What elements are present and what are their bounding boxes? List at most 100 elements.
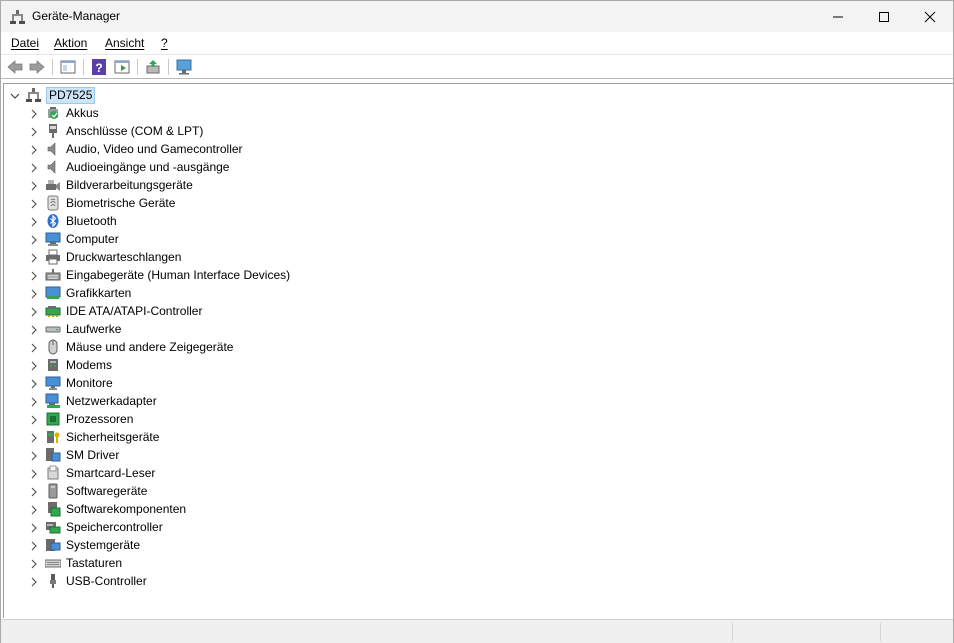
show-hide-console-tree-icon[interactable] bbox=[59, 58, 77, 76]
tree-item[interactable]: Sicherheitsgeräte bbox=[4, 428, 604, 446]
tree-item[interactable]: Speichercontroller bbox=[4, 518, 604, 536]
chevron-right-icon[interactable] bbox=[29, 522, 39, 533]
tree-item[interactable]: Druckwarteschlangen bbox=[4, 248, 604, 266]
tree-item[interactable]: USB-Controller bbox=[4, 572, 604, 590]
tree-item-label[interactable]: Druckwarteschlangen bbox=[66, 250, 181, 264]
tree-item-label[interactable]: Bluetooth bbox=[66, 214, 117, 228]
menu-aktion[interactable]: Aktion bbox=[54, 36, 87, 50]
tree-item-label[interactable]: Eingabegeräte (Human Interface Devices) bbox=[66, 268, 290, 282]
chevron-right-icon[interactable] bbox=[29, 378, 39, 389]
tree-item-label[interactable]: Softwarekomponenten bbox=[66, 502, 186, 516]
tree-item[interactable]: Eingabegeräte (Human Interface Devices) bbox=[4, 266, 604, 284]
tree-item[interactable]: SM Driver bbox=[4, 446, 604, 464]
update-driver-icon[interactable] bbox=[144, 58, 162, 76]
chevron-right-icon[interactable] bbox=[29, 162, 39, 173]
chevron-right-icon[interactable] bbox=[29, 324, 39, 335]
menu-datei[interactable]: Datei bbox=[11, 36, 39, 50]
forward-icon[interactable] bbox=[28, 58, 46, 76]
chevron-right-icon[interactable] bbox=[29, 414, 39, 425]
tree-item[interactable]: Biometrische Geräte bbox=[4, 194, 604, 212]
tree-item[interactable]: Monitore bbox=[4, 374, 604, 392]
tree-item-label[interactable]: Speichercontroller bbox=[66, 520, 163, 534]
tree-item-label[interactable]: Monitore bbox=[66, 376, 113, 390]
menu-ansicht[interactable]: Ansicht bbox=[105, 36, 144, 50]
help-icon[interactable]: ? bbox=[90, 58, 108, 76]
chevron-right-icon[interactable] bbox=[29, 576, 39, 587]
tree-item-label[interactable]: Softwaregeräte bbox=[66, 484, 147, 498]
chevron-right-icon[interactable] bbox=[29, 558, 39, 569]
close-button[interactable] bbox=[907, 1, 953, 32]
chevron-right-icon[interactable] bbox=[29, 306, 39, 317]
scan-hardware-icon[interactable] bbox=[175, 58, 193, 76]
tree-item[interactable]: Smartcard-Leser bbox=[4, 464, 604, 482]
tree-item-label[interactable]: Sicherheitsgeräte bbox=[66, 430, 159, 444]
tree-item[interactable]: Softwarekomponenten bbox=[4, 500, 604, 518]
tree-item-label[interactable]: Akkus bbox=[66, 106, 99, 120]
chevron-right-icon[interactable] bbox=[29, 144, 39, 155]
tree-item[interactable]: Computer bbox=[4, 230, 604, 248]
chevron-right-icon[interactable] bbox=[29, 216, 39, 227]
tree-item-label[interactable]: Systemgeräte bbox=[66, 538, 140, 552]
device-tree[interactable]: PD7525 Akkus Anschlüsse (COM & LPT) Audio,… bbox=[3, 83, 953, 618]
tree-item[interactable]: Audio, Video und Gamecontroller bbox=[4, 140, 604, 158]
chevron-right-icon[interactable] bbox=[29, 198, 39, 209]
chevron-right-icon[interactable] bbox=[29, 468, 39, 479]
back-icon[interactable] bbox=[6, 58, 24, 76]
chevron-right-icon[interactable] bbox=[29, 234, 39, 245]
chevron-right-icon[interactable] bbox=[29, 252, 39, 263]
tree-root-label[interactable]: PD7525 bbox=[46, 87, 96, 104]
tree-item[interactable]: Tastaturen bbox=[4, 554, 604, 572]
chevron-right-icon[interactable] bbox=[29, 288, 39, 299]
title-bar[interactable]: Geräte-Manager bbox=[1, 1, 953, 32]
chevron-right-icon[interactable] bbox=[29, 270, 39, 281]
chevron-right-icon[interactable] bbox=[29, 450, 39, 461]
chevron-right-icon[interactable] bbox=[29, 126, 39, 137]
chevron-right-icon[interactable] bbox=[29, 180, 39, 191]
tree-item-label[interactable]: USB-Controller bbox=[66, 574, 147, 588]
tree-item[interactable]: IDE ATA/ATAPI-Controller bbox=[4, 302, 604, 320]
properties-icon[interactable] bbox=[113, 58, 131, 76]
tree-item-label[interactable]: Audio, Video und Gamecontroller bbox=[66, 142, 243, 156]
tree-item[interactable]: Akkus bbox=[4, 104, 604, 122]
tree-item[interactable]: Softwaregeräte bbox=[4, 482, 604, 500]
tree-item[interactable]: Mäuse und andere Zeigegeräte bbox=[4, 338, 604, 356]
tree-item[interactable]: Prozessoren bbox=[4, 410, 604, 428]
tree-item-label[interactable]: Grafikkarten bbox=[66, 286, 131, 300]
tree-item-label[interactable]: SM Driver bbox=[66, 448, 119, 462]
tree-item-label[interactable]: Laufwerke bbox=[66, 322, 121, 336]
menu-help[interactable]: ? bbox=[161, 36, 168, 50]
chevron-right-icon[interactable] bbox=[29, 432, 39, 443]
chevron-right-icon[interactable] bbox=[29, 504, 39, 515]
tree-item-label[interactable]: Smartcard-Leser bbox=[66, 466, 155, 480]
chevron-right-icon[interactable] bbox=[29, 396, 39, 407]
tree-item-label[interactable]: Tastaturen bbox=[66, 556, 122, 570]
chevron-right-icon[interactable] bbox=[29, 342, 39, 353]
tree-item[interactable]: Grafikkarten bbox=[4, 284, 604, 302]
chevron-down-icon[interactable] bbox=[10, 90, 20, 100]
tree-item-label[interactable]: Audioeingänge und -ausgänge bbox=[66, 160, 229, 174]
tree-item[interactable]: Netzwerkadapter bbox=[4, 392, 604, 410]
tree-item-label[interactable]: Modems bbox=[66, 358, 112, 372]
tree-item-label[interactable]: Biometrische Geräte bbox=[66, 196, 175, 210]
tree-root[interactable]: PD7525 bbox=[4, 86, 604, 104]
tree-item-label[interactable]: Netzwerkadapter bbox=[66, 394, 157, 408]
maximize-button[interactable] bbox=[861, 1, 907, 32]
tree-item-label[interactable]: IDE ATA/ATAPI-Controller bbox=[66, 304, 202, 318]
tree-item-label[interactable]: Anschlüsse (COM & LPT) bbox=[66, 124, 203, 138]
tree-item-label[interactable]: Mäuse und andere Zeigegeräte bbox=[66, 340, 233, 354]
chevron-right-icon[interactable] bbox=[29, 360, 39, 371]
minimize-button[interactable] bbox=[815, 1, 861, 32]
chevron-right-icon[interactable] bbox=[29, 540, 39, 551]
tree-item[interactable]: Bluetooth bbox=[4, 212, 604, 230]
tree-item-label[interactable]: Prozessoren bbox=[66, 412, 133, 426]
tree-item[interactable]: Audioeingänge und -ausgänge bbox=[4, 158, 604, 176]
chevron-right-icon[interactable] bbox=[29, 486, 39, 497]
chevron-right-icon[interactable] bbox=[29, 108, 39, 119]
tree-item-label[interactable]: Bildverarbeitungsgeräte bbox=[66, 178, 193, 192]
tree-item[interactable]: Systemgeräte bbox=[4, 536, 604, 554]
tree-item[interactable]: Bildverarbeitungsgeräte bbox=[4, 176, 604, 194]
tree-item-label[interactable]: Computer bbox=[66, 232, 119, 246]
tree-item[interactable]: Anschlüsse (COM & LPT) bbox=[4, 122, 604, 140]
tree-item[interactable]: Laufwerke bbox=[4, 320, 604, 338]
tree-item[interactable]: Modems bbox=[4, 356, 604, 374]
